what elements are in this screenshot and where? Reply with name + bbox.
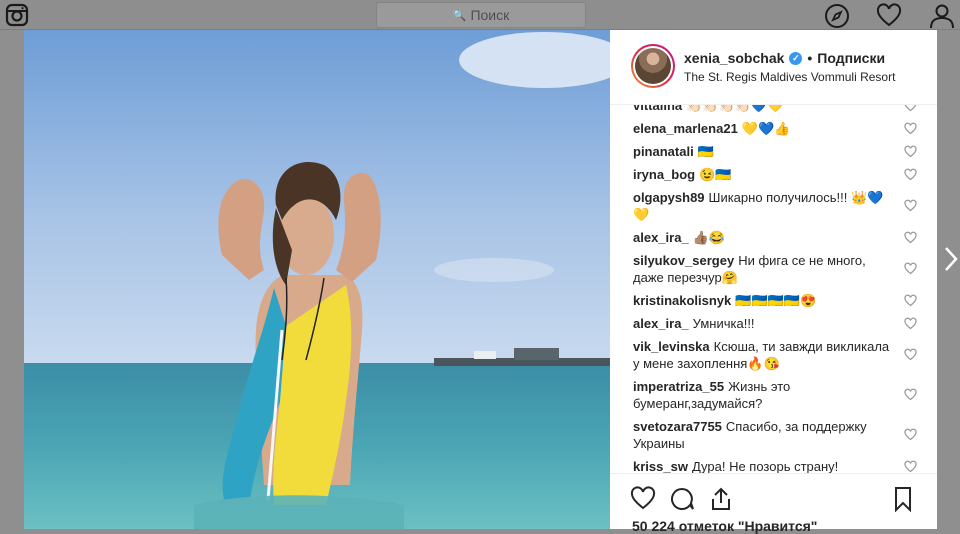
comment-username[interactable]: kristinakolisnyk — [633, 293, 731, 308]
comment-row: iryna_bog 😉🇺🇦 — [610, 166, 937, 183]
post-location[interactable]: The St. Regis Maldives Vommuli Resort — [684, 70, 895, 84]
comments-list[interactable]: vittalina 👏🏻👏🏻👏🏻👏🏻💙💛 elena_marlena21 💛💙👍 pin… — [610, 105, 937, 473]
verified-badge-icon: ✓ — [789, 51, 803, 65]
comment-row: vittalina 👏🏻👏🏻👏🏻👏🏻💙💛 — [610, 105, 937, 114]
comment-row: alex_ira_ 👍🏽😂 — [610, 229, 937, 246]
search-placeholder: Поиск — [470, 7, 510, 23]
comment-username[interactable]: imperatriza_55 — [633, 379, 724, 394]
comment-username[interactable]: olgapysh89 — [633, 190, 705, 205]
comment-like-icon[interactable] — [904, 168, 917, 181]
comment-row: elena_marlena21 💛💙👍 — [610, 120, 937, 137]
comment-like-icon[interactable] — [904, 428, 917, 442]
comment-username[interactable]: silyukov_sergey — [633, 253, 734, 268]
comment-text: 😉🇺🇦 — [699, 167, 732, 182]
post-side-panel: xenia_sobchak ✓ • Подписки The St. Regis… — [610, 30, 937, 534]
follow-button[interactable]: Подписки — [817, 50, 885, 66]
comment-text: Умничка!!! — [692, 316, 755, 331]
comment-text: 👍🏽😂 — [692, 230, 726, 245]
post-modal: xenia_sobchak ✓ • Подписки The St. Regis… — [24, 30, 937, 534]
comment-text: Дура! Не позорь страну! — [691, 459, 839, 473]
explore-icon[interactable] — [824, 3, 850, 29]
comment-username[interactable]: alex_ira_ — [633, 316, 689, 331]
comment-row: kristinakolisnyk 🇺🇦🇺🇦🇺🇦🇺🇦😍 — [610, 292, 937, 309]
comment-like-icon[interactable] — [904, 317, 917, 330]
search-icon: 🔍 — [452, 9, 467, 22]
comment-username[interactable]: iryna_bog — [633, 167, 695, 182]
comment-row: alex_ira_ Умничка!!! — [610, 315, 937, 332]
comment-like-icon[interactable] — [904, 294, 917, 307]
heart-icon[interactable] — [876, 3, 902, 29]
comment-text: 🇺🇦🇺🇦🇺🇦🇺🇦😍 — [735, 293, 817, 308]
comment-username[interactable]: pinanatali — [633, 144, 694, 159]
comment-text: 👏🏻👏🏻👏🏻👏🏻💙💛 — [686, 105, 784, 113]
comment-username[interactable]: svetozara7755 — [633, 419, 722, 434]
comment-row: imperatriza_55 Жизнь это бумеранг,задумай… — [610, 378, 937, 412]
comment-like-icon[interactable] — [904, 105, 917, 112]
comment-row: vik_levinska Ксюша, ти завжди викликала у… — [610, 338, 937, 372]
likes-count[interactable]: 50 224 отметок "Нравится" — [632, 518, 817, 534]
post-photo-image — [24, 30, 610, 529]
comment-like-icon[interactable] — [904, 348, 917, 362]
comment-username[interactable]: vittalina — [633, 105, 682, 113]
post-actions-bar: 50 224 отметок "Нравится" — [610, 473, 937, 534]
comment-row: silyukov_sergey Ни фига се не много, даже… — [610, 252, 937, 286]
comment-row: kriss_sw Дура! Не позорь страну! — [610, 458, 937, 473]
bookmark-icon[interactable] — [890, 486, 916, 512]
comment-like-icon[interactable] — [904, 145, 917, 158]
comment-row: pinanatali 🇺🇦 — [610, 143, 937, 160]
instagram-icon[interactable] — [5, 3, 29, 27]
avatar[interactable] — [631, 44, 675, 88]
share-icon[interactable] — [708, 486, 734, 512]
post-header: xenia_sobchak ✓ • Подписки The St. Regis… — [610, 30, 937, 105]
separator-dot: • — [807, 50, 813, 66]
search-input[interactable]: 🔍 Поиск — [376, 2, 586, 28]
comment-text: 💛💙👍 — [741, 121, 791, 136]
comment-like-icon[interactable] — [904, 122, 917, 135]
post-username[interactable]: xenia_sobchak — [684, 50, 784, 66]
comment-username[interactable]: alex_ira_ — [633, 230, 689, 245]
comment-text: 🇺🇦 — [697, 144, 714, 159]
comment-bubble-icon[interactable] — [669, 486, 695, 512]
comment-like-icon[interactable] — [904, 231, 917, 244]
like-heart-icon[interactable] — [630, 486, 656, 512]
profile-icon[interactable] — [929, 3, 955, 29]
comment-row: olgapysh89 Шикарно получилось!!! 👑💙💛 — [610, 189, 937, 223]
comment-username[interactable]: elena_marlena21 — [633, 121, 738, 136]
comment-like-icon[interactable] — [904, 460, 917, 473]
comment-like-icon[interactable] — [904, 199, 917, 213]
top-navigation-bar: 🔍 Поиск — [0, 0, 960, 30]
comment-username[interactable]: kriss_sw — [633, 459, 688, 473]
comment-like-icon[interactable] — [904, 388, 917, 402]
post-photo[interactable] — [24, 30, 610, 529]
next-post-chevron-icon[interactable] — [944, 246, 958, 272]
comment-row: svetozara7755 Спасибо, за поддержку Украи… — [610, 418, 937, 452]
comment-like-icon[interactable] — [904, 262, 917, 276]
comment-username[interactable]: vik_levinska — [633, 339, 710, 354]
